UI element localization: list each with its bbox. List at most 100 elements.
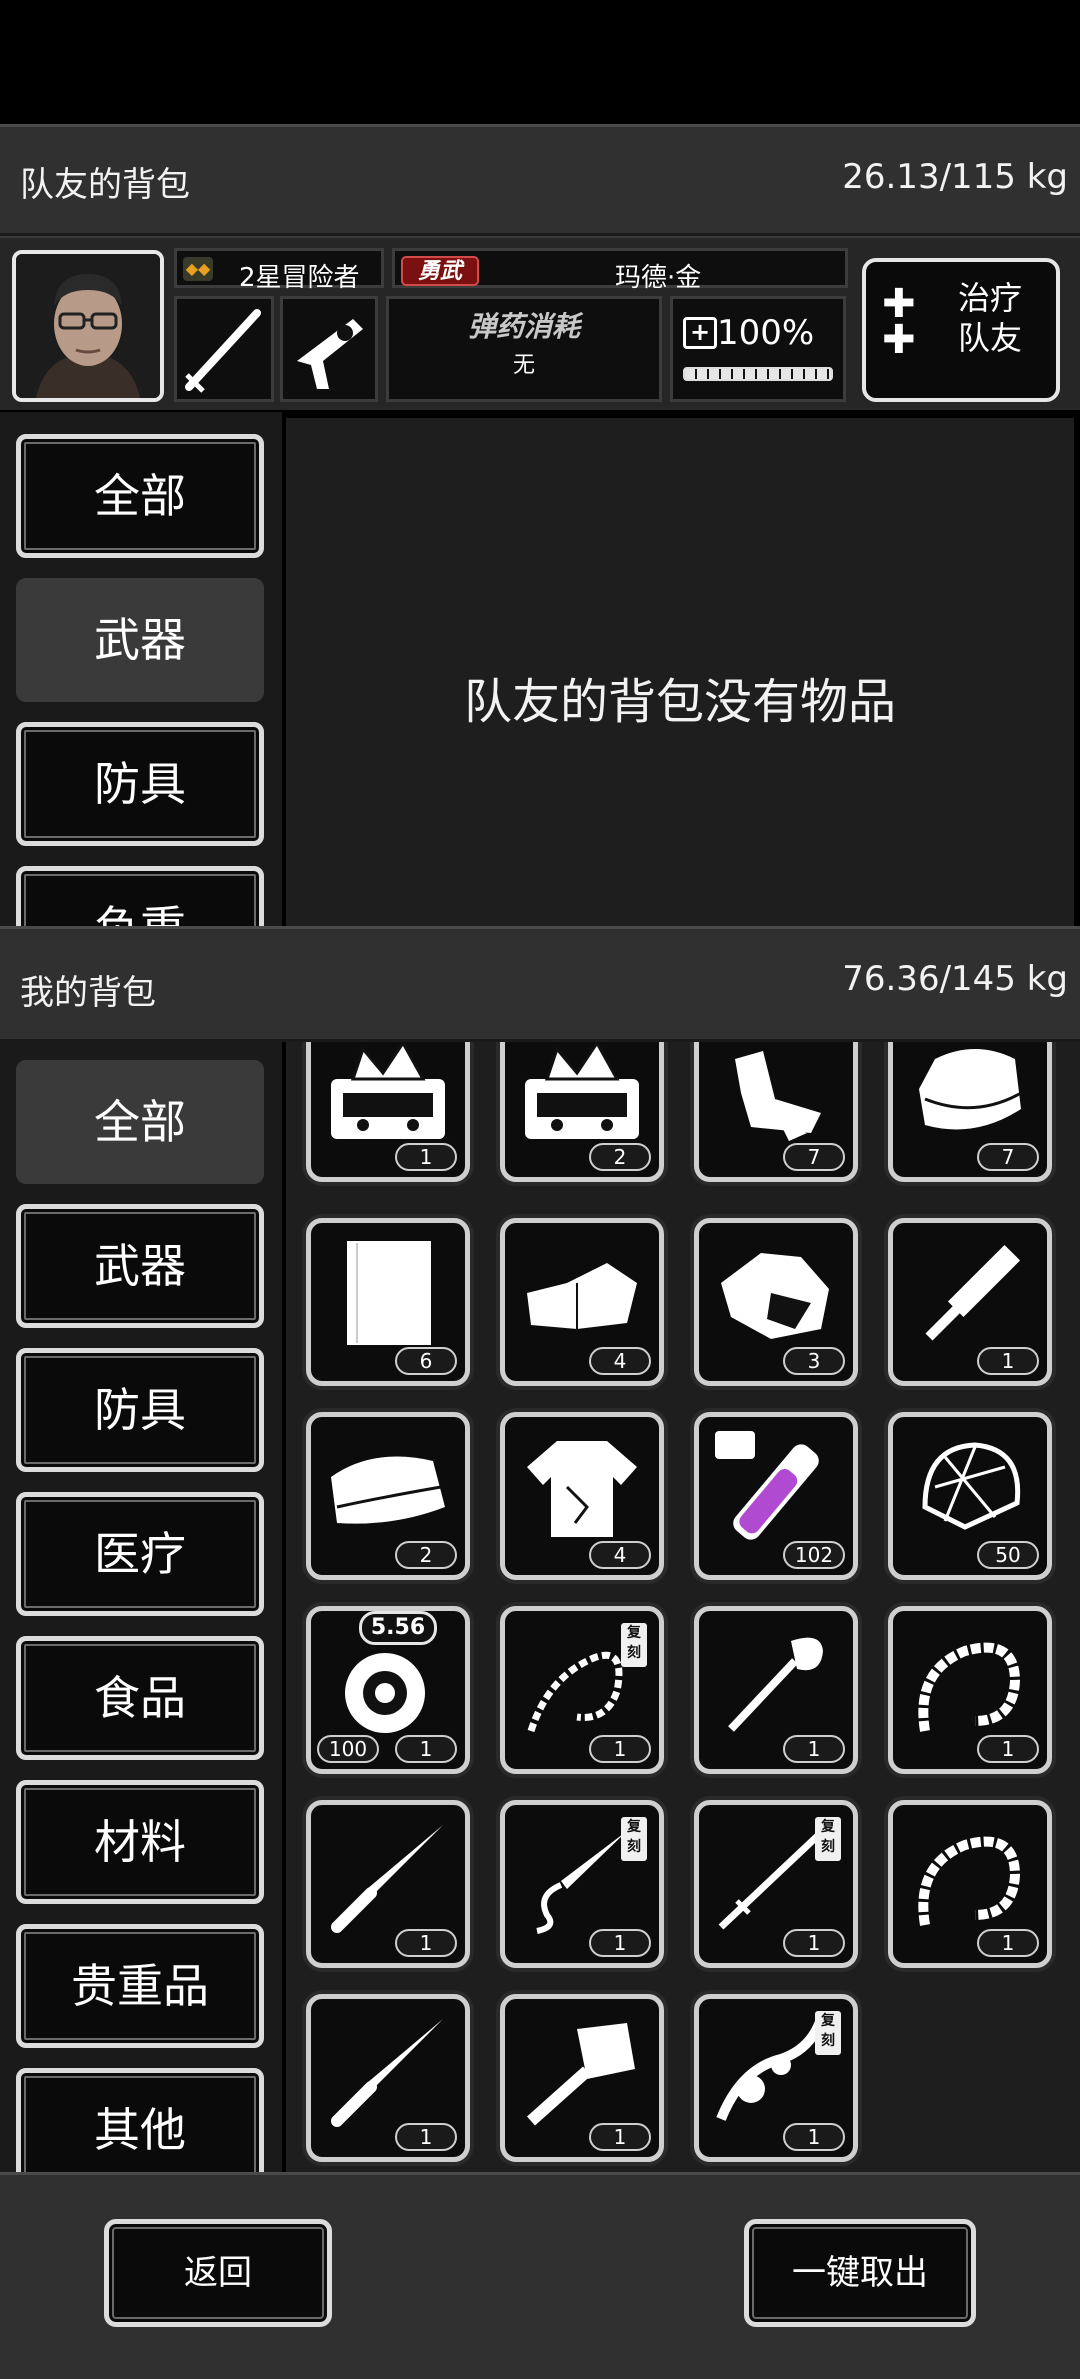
bone-whip-icon (918, 1836, 1021, 1926)
caliber-badge: 5.56 (359, 1611, 437, 1645)
item-quantity: 1 (395, 1929, 457, 1957)
teammate-tab-armor[interactable]: 防具 (16, 722, 264, 846)
teammate-bag-content: 队友的背包没有物品 (286, 418, 1074, 926)
item-slot[interactable]: 复刻 1 (500, 1800, 664, 1968)
item-slot[interactable]: 4 (500, 1412, 664, 1580)
my-tab-other[interactable]: 其他 (16, 2068, 264, 2172)
toolbox-icon (331, 1042, 445, 1139)
my-tab-food[interactable]: 食品 (16, 1636, 264, 1760)
item-slot[interactable]: 复刻 1 (694, 1994, 858, 2162)
item-slot[interactable]: 1 (306, 1042, 470, 1182)
item-quantity: 1 (977, 1347, 1039, 1375)
toolbox-icon (525, 1042, 639, 1139)
my-category-tabs: 全部 武器 防具 医疗 食品 材料 贵重品 其他 (0, 1042, 282, 2172)
nailgun-icon (297, 319, 363, 389)
item-slot[interactable]: 6 (306, 1218, 470, 1386)
heal-label-line-1: 治疗 (958, 279, 1023, 317)
item-slot[interactable]: 1 (500, 1994, 664, 2162)
weapon-slot-1[interactable] (174, 296, 274, 402)
take-all-button[interactable]: 一键取出 (744, 2219, 976, 2327)
weapon-slot-2[interactable] (280, 296, 378, 402)
item-slot[interactable]: 3 (694, 1218, 858, 1386)
item-slot[interactable]: 2 (306, 1412, 470, 1580)
teammate-bag-weight: 26.13/115 kg (842, 157, 1068, 197)
net-icon (922, 1442, 1021, 1530)
item-quantity: 1 (395, 1143, 457, 1171)
bandage-icon (527, 1263, 637, 1329)
item-slot[interactable]: 1 (694, 1606, 858, 1774)
sword-icon (185, 309, 261, 393)
knife-icon (331, 1825, 443, 1933)
replica-badge: 复刻 (815, 2011, 841, 2055)
item-slot[interactable]: 4 (500, 1218, 664, 1386)
item-quantity: 2 (395, 1541, 457, 1569)
item-slot[interactable]: 1 (306, 1994, 470, 2162)
item-slot[interactable]: 50 (888, 1412, 1052, 1580)
teammate-tab-all[interactable]: 全部 (16, 434, 264, 558)
item-quantity: 1 (783, 1929, 845, 1957)
item-slot[interactable]: 102 (694, 1412, 858, 1580)
item-slot[interactable]: 1 (888, 1218, 1052, 1386)
status-bar (0, 0, 1080, 124)
ore-chunk-icon (721, 1253, 829, 1339)
my-tab-armor[interactable]: 防具 (16, 1348, 264, 1472)
item-slot[interactable]: 7 (694, 1042, 858, 1182)
item-quantity: 1 (977, 1929, 1039, 1957)
name-chip: 勇武 玛德·金 (392, 248, 848, 293)
bone-whip-icon (918, 1642, 1021, 1732)
item-quantity: 1 (395, 1735, 457, 1763)
teammate-bag-title: 队友的背包 (20, 165, 190, 205)
item-quantity: 4 (589, 1347, 651, 1375)
medkit-icon: + (683, 317, 717, 349)
item-quantity: 1 (977, 1735, 1039, 1763)
teammate-bag-header: 队友的背包 26.13/115 kg (0, 124, 1080, 236)
item-slot[interactable]: 5.56 100 1 (306, 1606, 470, 1774)
heal-teammate-button[interactable]: ✚ ✚ 治疗 队友 (862, 258, 1060, 402)
teammate-empty-message: 队友的背包没有物品 (463, 674, 896, 730)
item-slot[interactable]: 1 (306, 1800, 470, 1968)
teammate-avatar[interactable] (12, 250, 164, 402)
my-tab-valuables[interactable]: 贵重品 (16, 1924, 264, 2048)
rank-chip: ◆◆ 2星冒险者 (174, 248, 384, 293)
rank-star-icon: ◆◆ (183, 257, 213, 281)
my-bag-header: 我的背包 76.36/145 kg (0, 926, 1080, 1042)
teammate-tab-load[interactable]: 负重 (16, 866, 264, 926)
item-quantity: 2 (589, 1143, 651, 1171)
item-quantity: 4 (589, 1541, 651, 1569)
item-quantity: 7 (783, 1143, 845, 1171)
shovel-icon (728, 1637, 823, 1732)
item-slot[interactable]: 复刻 1 (694, 1800, 858, 1968)
portrait-icon (16, 254, 160, 398)
teammate-name: 玛德·金 (615, 263, 702, 293)
item-quantity: 6 (395, 1347, 457, 1375)
my-bag-grid: 1 2 7 7 6 4 3 1 2 4 102 50 5.56 100 1 复刻… (286, 1042, 1080, 2172)
cleaver-icon (527, 2023, 635, 2126)
my-tab-medical[interactable]: 医疗 (16, 1492, 264, 1616)
item-slot[interactable]: 1 (888, 1606, 1052, 1774)
item-slot[interactable]: 1 (888, 1800, 1052, 1968)
my-tab-materials[interactable]: 材料 (16, 1780, 264, 1904)
towel-icon (331, 1456, 445, 1524)
back-button[interactable]: 返回 (104, 2219, 332, 2327)
my-tab-weapons[interactable]: 武器 (16, 1204, 264, 1328)
my-tab-all[interactable]: 全部 (16, 1060, 264, 1184)
item-slot[interactable]: 7 (888, 1042, 1052, 1182)
my-bag-weight: 76.36/145 kg (842, 959, 1068, 999)
item-quantity: 1 (783, 2123, 845, 2151)
replica-badge: 复刻 (621, 1623, 647, 1667)
knife-icon (331, 2019, 443, 2127)
teammate-category-tabs: 全部 武器 防具 负重 (0, 412, 282, 926)
item-quantity: 1 (395, 2123, 457, 2151)
bottom-bar: 返回 一键取出 (0, 2172, 1080, 2379)
replica-badge: 复刻 (621, 1817, 647, 1861)
item-slot[interactable]: 2 (500, 1042, 664, 1182)
trait-badge: 勇武 (401, 256, 479, 286)
replica-badge: 复刻 (815, 1817, 841, 1861)
item-quantity: 1 (589, 2123, 651, 2151)
teammate-info: ◆◆ 2星冒险者 勇武 玛德·金 弹药消耗 无 + 100% ✚ ✚ 治疗 队友 (0, 236, 1080, 410)
heal-plus-icon: ✚ ✚ (882, 281, 916, 363)
item-quantity: 1 (589, 1929, 651, 1957)
item-slot[interactable]: 复刻 1 (500, 1606, 664, 1774)
ammo-title: 弹药消耗 (467, 310, 580, 343)
teammate-tab-weapons[interactable]: 武器 (16, 578, 264, 702)
